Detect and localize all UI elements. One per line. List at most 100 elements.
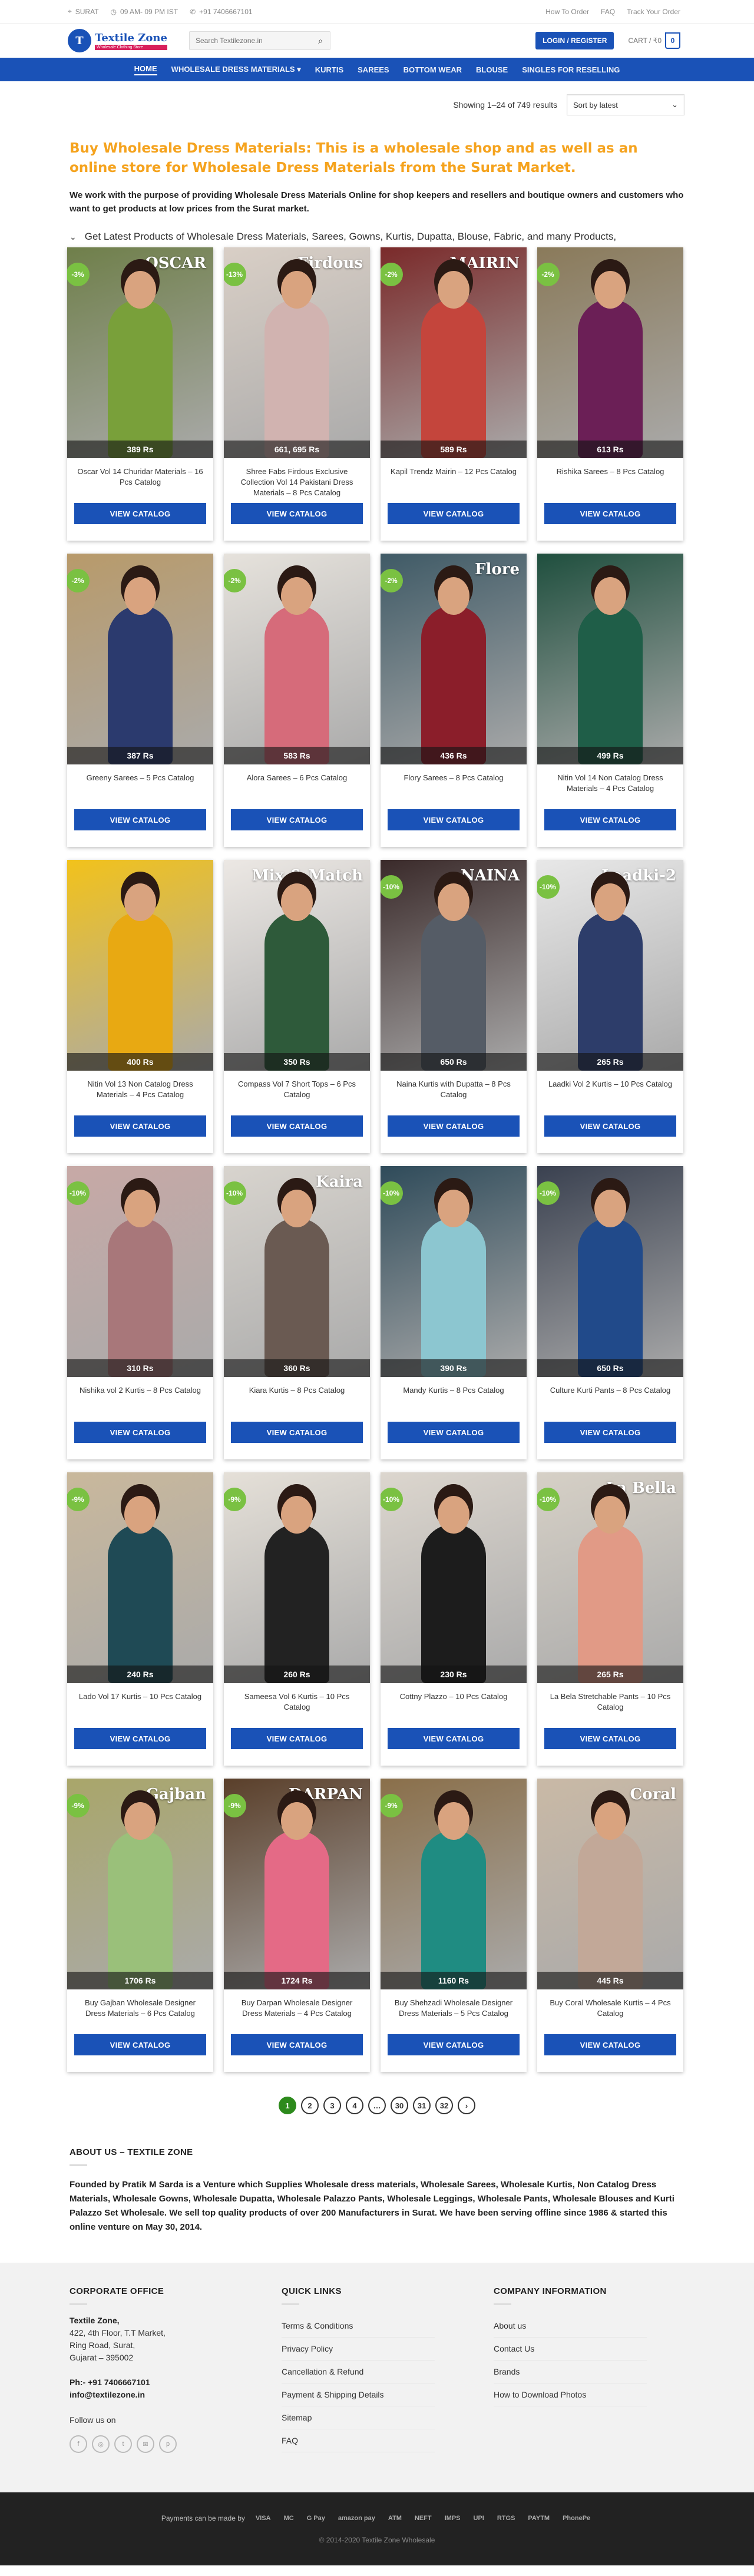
product-image[interactable]: -10% 230 Rs — [381, 1472, 527, 1683]
product-image[interactable]: -2% MAIRIN 589 Rs — [381, 247, 527, 458]
product-card[interactable]: -9% Gajban 1706 Rs Buy Gajban Wholesale … — [67, 1779, 213, 2072]
product-image[interactable]: -10% 310 Rs — [67, 1166, 213, 1377]
product-card[interactable]: -9% 260 Rs Sameesa Vol 6 Kurtis – 10 Pcs… — [224, 1472, 370, 1766]
product-title[interactable]: Lado Vol 17 Kurtis – 10 Pcs Catalog — [67, 1683, 213, 1728]
nav-home[interactable]: HOME — [134, 64, 157, 75]
nav-bottom-wear[interactable]: BOTTOM WEAR — [404, 65, 462, 74]
page-link[interactable]: 4 — [346, 2097, 363, 2114]
product-image[interactable]: -10% 390 Rs — [381, 1166, 527, 1377]
sitemap-link[interactable]: Sitemap — [282, 2406, 435, 2429]
product-card[interactable]: -3% OSCAR 389 Rs Oscar Vol 14 Churidar M… — [67, 247, 213, 541]
product-card[interactable]: -10% 310 Rs Nishika vol 2 Kurtis – 8 Pcs… — [67, 1166, 213, 1459]
view-catalog-button[interactable]: VIEW CATALOG — [74, 2034, 206, 2055]
product-title[interactable]: Shree Fabs Firdous Exclusive Collection … — [224, 458, 370, 503]
product-card[interactable]: -2% 613 Rs Rishika Sarees – 8 Pcs Catalo… — [537, 247, 683, 541]
product-title[interactable]: Oscar Vol 14 Churidar Materials – 16 Pcs… — [67, 458, 213, 503]
product-card[interactable]: Mix & Match 350 Rs Compass Vol 7 Short T… — [224, 860, 370, 1153]
page-link[interactable]: … — [368, 2097, 386, 2114]
product-title[interactable]: Alora Sarees – 6 Pcs Catalog — [224, 764, 370, 809]
view-catalog-button[interactable]: VIEW CATALOG — [74, 1728, 206, 1749]
product-card[interactable]: -10% 390 Rs Mandy Kurtis – 8 Pcs Catalog… — [381, 1166, 527, 1459]
nav-kurtis[interactable]: KURTIS — [315, 65, 343, 74]
view-catalog-button[interactable]: VIEW CATALOG — [388, 809, 520, 830]
view-catalog-button[interactable]: VIEW CATALOG — [544, 2034, 676, 2055]
payment-shipping-link[interactable]: Payment & Shipping Details — [282, 2383, 435, 2406]
product-image[interactable]: Coral 445 Rs — [537, 1779, 683, 1989]
product-image[interactable]: -9% 260 Rs — [224, 1472, 370, 1683]
product-card[interactable]: -10% 230 Rs Cottny Plazzo – 10 Pcs Catal… — [381, 1472, 527, 1766]
view-catalog-button[interactable]: VIEW CATALOG — [74, 503, 206, 524]
page-link[interactable]: 30 — [391, 2097, 408, 2114]
product-image[interactable]: -13% Firdous 661, 695 Rs — [224, 247, 370, 458]
faq-footer-link[interactable]: FAQ — [282, 2429, 435, 2452]
product-card[interactable]: -10% Kaira 360 Rs Kiara Kurtis – 8 Pcs C… — [224, 1166, 370, 1459]
product-title[interactable]: Flory Sarees – 8 Pcs Catalog — [381, 764, 527, 809]
track-order-link[interactable]: Track Your Order — [627, 8, 680, 16]
view-catalog-button[interactable]: VIEW CATALOG — [231, 1115, 363, 1137]
contact-us-link[interactable]: Contact Us — [494, 2337, 647, 2360]
page-link[interactable]: 31 — [413, 2097, 431, 2114]
footer-phone[interactable]: Ph:- +91 7406667101 — [70, 2378, 150, 2387]
view-catalog-button[interactable]: VIEW CATALOG — [74, 1422, 206, 1443]
site-logo[interactable]: T Textile Zone Wholesale Clothing Store — [68, 29, 180, 52]
product-title[interactable]: Sameesa Vol 6 Kurtis – 10 Pcs Catalog — [224, 1683, 370, 1728]
product-card[interactable]: -2% Flore 436 Rs Flory Sarees – 8 Pcs Ca… — [381, 554, 527, 847]
page-link[interactable]: 1 — [279, 2097, 296, 2114]
product-title[interactable]: Greeny Sarees – 5 Pcs Catalog — [67, 764, 213, 809]
instagram-icon[interactable]: ◎ — [92, 2435, 110, 2453]
product-title[interactable]: Buy Shehzadi Wholesale Designer Dress Ma… — [381, 1989, 527, 2034]
product-card[interactable]: -2% 387 Rs Greeny Sarees – 5 Pcs Catalog… — [67, 554, 213, 847]
facebook-icon[interactable]: f — [70, 2435, 87, 2453]
product-image[interactable]: -9% DARPAN 1724 Rs — [224, 1779, 370, 1989]
product-image[interactable]: -3% OSCAR 389 Rs — [67, 247, 213, 458]
product-title[interactable]: La Bela Stretchable Pants – 10 Pcs Catal… — [537, 1683, 683, 1728]
view-catalog-button[interactable]: VIEW CATALOG — [74, 1115, 206, 1137]
product-card[interactable]: -2% 583 Rs Alora Sarees – 6 Pcs Catalog … — [224, 554, 370, 847]
pinterest-icon[interactable]: p — [159, 2435, 177, 2453]
product-title[interactable]: Naina Kurtis with Dupatta – 8 Pcs Catalo… — [381, 1071, 527, 1115]
product-image[interactable]: -2% Flore 436 Rs — [381, 554, 527, 764]
search-input[interactable] — [190, 37, 311, 45]
view-catalog-button[interactable]: VIEW CATALOG — [388, 2034, 520, 2055]
product-card[interactable]: -9% DARPAN 1724 Rs Buy Darpan Wholesale … — [224, 1779, 370, 2072]
view-catalog-button[interactable]: VIEW CATALOG — [74, 809, 206, 830]
cancellation-link[interactable]: Cancellation & Refund — [282, 2360, 435, 2383]
product-title[interactable]: Buy Coral Wholesale Kurtis – 4 Pcs Catal… — [537, 1989, 683, 2034]
product-image[interactable]: -9% 240 Rs — [67, 1472, 213, 1683]
product-card[interactable]: -9% 240 Rs Lado Vol 17 Kurtis – 10 Pcs C… — [67, 1472, 213, 1766]
product-card[interactable]: -10% Laadki-2 265 Rs Laadki Vol 2 Kurtis… — [537, 860, 683, 1153]
nav-singles-for-reselling[interactable]: SINGLES FOR RESELLING — [522, 65, 620, 74]
page-link[interactable]: 2 — [301, 2097, 319, 2114]
twitter-icon[interactable]: t — [114, 2435, 132, 2453]
nav-blouse[interactable]: BLOUSE — [476, 65, 508, 74]
product-title[interactable]: Kiara Kurtis – 8 Pcs Catalog — [224, 1377, 370, 1422]
product-card[interactable]: -2% MAIRIN 589 Rs Kapil Trendz Mairin – … — [381, 247, 527, 541]
product-title[interactable]: Compass Vol 7 Short Tops – 6 Pcs Catalog — [224, 1071, 370, 1115]
view-catalog-button[interactable]: VIEW CATALOG — [231, 503, 363, 524]
product-title[interactable]: Nishika vol 2 Kurtis – 8 Pcs Catalog — [67, 1377, 213, 1422]
product-title[interactable]: Cottny Plazzo – 10 Pcs Catalog — [381, 1683, 527, 1728]
product-title[interactable]: Kapil Trendz Mairin – 12 Pcs Catalog — [381, 458, 527, 503]
product-image[interactable]: -2% 583 Rs — [224, 554, 370, 764]
login-register-button[interactable]: LOGIN / REGISTER — [535, 32, 614, 49]
product-card[interactable]: -10% La Bella 265 Rs La Bela Stretchable… — [537, 1472, 683, 1766]
download-photos-link[interactable]: How to Download Photos — [494, 2383, 647, 2406]
page-link[interactable]: 3 — [323, 2097, 341, 2114]
brands-link[interactable]: Brands — [494, 2360, 647, 2383]
product-image[interactable]: -10% NAINA 650 Rs — [381, 860, 527, 1071]
latest-products-toggle[interactable]: ⌄ Get Latest Products of Wholesale Dress… — [70, 231, 684, 243]
sort-select[interactable]: Sort by latest ⌄ — [567, 94, 684, 115]
product-image[interactable]: -9% Gajban 1706 Rs — [67, 1779, 213, 1989]
email-icon[interactable]: ✉ — [137, 2435, 154, 2453]
about-us-link[interactable]: About us — [494, 2315, 647, 2337]
view-catalog-button[interactable]: VIEW CATALOG — [231, 2034, 363, 2055]
product-card[interactable]: -10% NAINA 650 Rs Naina Kurtis with Dupa… — [381, 860, 527, 1153]
faq-link[interactable]: FAQ — [601, 8, 615, 16]
footer-email[interactable]: info@textilezone.in — [70, 2390, 145, 2399]
product-image[interactable]: 499 Rs — [537, 554, 683, 764]
view-catalog-button[interactable]: VIEW CATALOG — [231, 1728, 363, 1749]
privacy-link[interactable]: Privacy Policy — [282, 2337, 435, 2360]
product-image[interactable]: 400 Rs — [67, 860, 213, 1071]
search-icon[interactable]: ⌕ — [311, 36, 330, 46]
view-catalog-button[interactable]: VIEW CATALOG — [544, 1728, 676, 1749]
